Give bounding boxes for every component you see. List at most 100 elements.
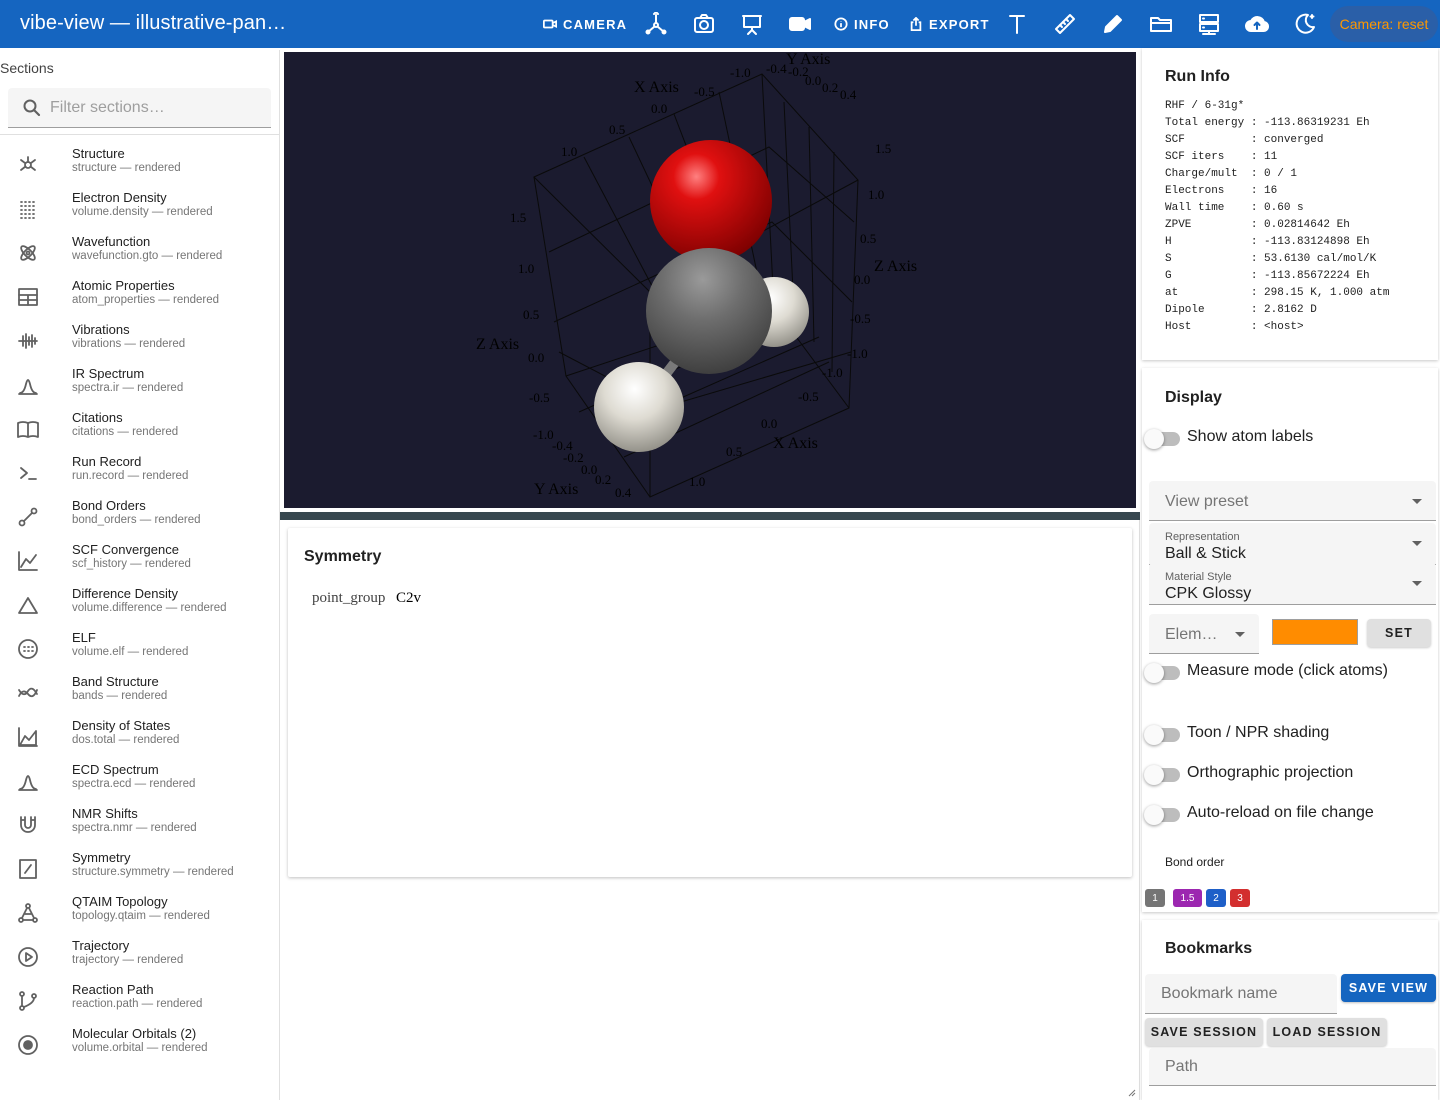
save-session-button[interactable]: SAVE SESSION bbox=[1145, 1018, 1263, 1046]
tick-left-z-3: 0.0 bbox=[528, 350, 544, 365]
panel-splitter[interactable] bbox=[280, 512, 1140, 520]
sidebar-item-vibrations[interactable]: Vibrations vibrations — rendered bbox=[0, 320, 279, 364]
molecule-viewer-3d[interactable]: X Axis Y Axis Z Axis Z Axis X Axis Y Axi… bbox=[284, 52, 1136, 508]
sidebar-item-bond-orders[interactable]: Bond Orders bond_orders — rendered bbox=[0, 496, 279, 540]
measure-mode-toggle[interactable]: Measure mode (click atoms) bbox=[1142, 660, 1388, 684]
y-axis-title-bottom: Y Axis bbox=[534, 481, 578, 498]
toon-shading-toggle[interactable]: Toon / NPR shading bbox=[1142, 722, 1329, 746]
info-button[interactable]: INFO bbox=[834, 8, 890, 40]
molecule-plot[interactable]: X Axis Y Axis Z Axis Z Axis X Axis Y Axi… bbox=[284, 52, 1136, 508]
camera-reset-button[interactable]: Camera: reset bbox=[1330, 6, 1438, 42]
sidebar-item-elf[interactable]: ELF volume.elf — rendered bbox=[0, 628, 279, 672]
orthographic-toggle[interactable]: Orthographic projection bbox=[1142, 762, 1353, 786]
sidebar-item-reaction-path[interactable]: Reaction Path reaction.path — rendered bbox=[0, 980, 279, 1024]
screenshot-icon[interactable] bbox=[692, 12, 716, 36]
measure-mode-label: Measure mode (click atoms) bbox=[1187, 662, 1388, 679]
sidebar-item-band-structure[interactable]: Band Structure bands — rendered bbox=[0, 672, 279, 716]
tick-bottom-x-1: -0.5 bbox=[798, 389, 819, 404]
toggle-switch[interactable] bbox=[1142, 426, 1180, 450]
bookmarks-card: Bookmarks SAVE VIEW SAVE SESSION LOAD SE… bbox=[1142, 920, 1438, 1100]
text-icon[interactable] bbox=[1005, 12, 1029, 36]
sidebar-item-electron-density[interactable]: Electron Density volume.density — rendere… bbox=[0, 188, 279, 232]
run-info-line: Total energy : -113.86319231 Eh bbox=[1165, 117, 1370, 129]
sidebar-item-citations[interactable]: Citations citations — rendered bbox=[0, 408, 279, 452]
tick-left-zz-0: 1.0 bbox=[561, 144, 577, 159]
atom-carbon[interactable] bbox=[646, 248, 772, 374]
export-button[interactable]: EXPORT bbox=[909, 8, 990, 40]
sidebar-item-difference-density[interactable]: Difference Density volume.difference — re… bbox=[0, 584, 279, 628]
bond-order-chip: 2 bbox=[1206, 889, 1226, 907]
sidebar-item-label: Trajectory bbox=[72, 938, 130, 953]
session-path-field[interactable] bbox=[1149, 1048, 1436, 1086]
sidebar-item-label: ECD Spectrum bbox=[72, 762, 159, 777]
load-session-button[interactable]: LOAD SESSION bbox=[1267, 1018, 1387, 1046]
sidebar-item-nmr-shifts[interactable]: NMR Shifts spectra.nmr — rendered bbox=[0, 804, 279, 848]
theme-icon[interactable] bbox=[1293, 12, 1317, 36]
ruler-icon[interactable] bbox=[1053, 12, 1077, 36]
material-style-select[interactable]: Material Style CPK Glossy bbox=[1149, 563, 1436, 605]
chevron-down-icon bbox=[1412, 499, 1422, 504]
x-axis-title-bottom: X Axis bbox=[773, 435, 818, 452]
sidebar-item-subtitle: dos.total — rendered bbox=[72, 734, 180, 746]
sidebar-item-symmetry[interactable]: Symmetry structure.symmetry — rendered bbox=[0, 848, 279, 892]
bookmark-name-field[interactable] bbox=[1145, 974, 1337, 1014]
resize-grip-icon[interactable] bbox=[1128, 1089, 1136, 1097]
representation-value: Ball & Stick bbox=[1165, 545, 1246, 562]
save-view-button[interactable]: SAVE VIEW bbox=[1341, 974, 1436, 1002]
sidebar-item-wavefunction[interactable]: Wavefunction wavefunction.gto — rendered bbox=[0, 232, 279, 276]
representation-select[interactable]: Representation Ball & Stick bbox=[1149, 523, 1436, 565]
sidebar-item-qtaim-topology[interactable]: QTAIM Topology topology.qtaim — rendered bbox=[0, 892, 279, 936]
auto-reload-toggle[interactable]: Auto-reload on file change bbox=[1142, 802, 1374, 826]
tick-top-x-2: -0.5 bbox=[694, 84, 715, 99]
presentation-icon[interactable] bbox=[740, 12, 764, 36]
sidebar-item-subtitle: scf_history — rendered bbox=[72, 558, 191, 570]
atom-oxygen[interactable] bbox=[650, 140, 772, 262]
sidebar-item-label: Molecular Orbitals (2) bbox=[72, 1026, 197, 1041]
tick-right-z-2: 0.5 bbox=[860, 231, 876, 246]
filter-field[interactable] bbox=[8, 88, 271, 128]
session-path-input[interactable] bbox=[1165, 1055, 1395, 1079]
sidebar-item-label: NMR Shifts bbox=[72, 806, 138, 821]
cloud-upload-icon[interactable] bbox=[1245, 12, 1270, 36]
sidebar-item-molecular-orbitals-2[interactable]: Molecular Orbitals (2) volume.orbital — r… bbox=[0, 1024, 279, 1068]
sidebar-item-atomic-properties[interactable]: Atomic Properties atom_properties — rende… bbox=[0, 276, 279, 320]
sidebar-item-density-of-states[interactable]: Density of States dos.total — rendered bbox=[0, 716, 279, 760]
toggle-switch[interactable] bbox=[1142, 802, 1180, 826]
play-icon bbox=[17, 946, 39, 968]
tick-top-x-3: -1.0 bbox=[730, 65, 751, 80]
folder-icon[interactable] bbox=[1149, 12, 1173, 36]
line-chart-icon bbox=[17, 550, 39, 572]
sections-sidebar: Sections Structurestructure — renderedEl… bbox=[0, 50, 280, 1100]
z-axis-title-right: Z Axis bbox=[874, 258, 917, 275]
sidebar-item-trajectory[interactable]: Trajectory trajectory — rendered bbox=[0, 936, 279, 980]
set-color-button[interactable]: SET bbox=[1367, 619, 1431, 647]
toggle-switch[interactable] bbox=[1142, 762, 1180, 786]
server-icon[interactable] bbox=[1197, 12, 1221, 36]
sidebar-item-scf-convergence[interactable]: SCF Convergence scf_history — rendered bbox=[0, 540, 279, 584]
area-chart-icon bbox=[17, 726, 39, 748]
run-info-title: Run Info bbox=[1165, 68, 1230, 85]
sidebar-item-subtitle: reaction.path — rendered bbox=[72, 998, 203, 1010]
toggle-switch[interactable] bbox=[1142, 660, 1180, 684]
camera-button[interactable]: CAMERA bbox=[543, 8, 627, 40]
magnet-icon bbox=[17, 814, 39, 836]
filter-sections-input[interactable] bbox=[50, 96, 260, 120]
sidebar-item-ir-spectrum[interactable]: IR Spectrum spectra.ir — rendered bbox=[0, 364, 279, 408]
sidebar-item-structure[interactable]: Structure structure — rendered bbox=[0, 144, 279, 188]
view-preset-select[interactable]: View preset bbox=[1149, 481, 1436, 521]
sidebar-item-label: Density of States bbox=[72, 718, 171, 733]
sidebar-item-ecd-spectrum[interactable]: ECD Spectrum spectra.ecd — rendered bbox=[0, 760, 279, 804]
sidebar-item-subtitle: structure — rendered bbox=[72, 162, 181, 174]
video-icon[interactable] bbox=[788, 12, 812, 36]
bookmark-name-input[interactable] bbox=[1161, 982, 1315, 1006]
sidebar-item-run-record[interactable]: Run Record run.record — rendered bbox=[0, 452, 279, 496]
atom-hydrogen-front[interactable] bbox=[594, 362, 684, 452]
toggle-switch[interactable] bbox=[1142, 722, 1180, 746]
tick-left-z-5: -1.0 bbox=[533, 427, 554, 442]
element-color-swatch[interactable] bbox=[1272, 619, 1358, 645]
show-atom-labels-toggle[interactable]: Show atom labels bbox=[1142, 426, 1313, 450]
axes-icon[interactable] bbox=[644, 11, 668, 36]
sidebar-item-subtitle: bands — rendered bbox=[72, 690, 168, 702]
pencil-icon[interactable] bbox=[1101, 12, 1125, 36]
element-select[interactable]: Elem… bbox=[1149, 614, 1259, 654]
